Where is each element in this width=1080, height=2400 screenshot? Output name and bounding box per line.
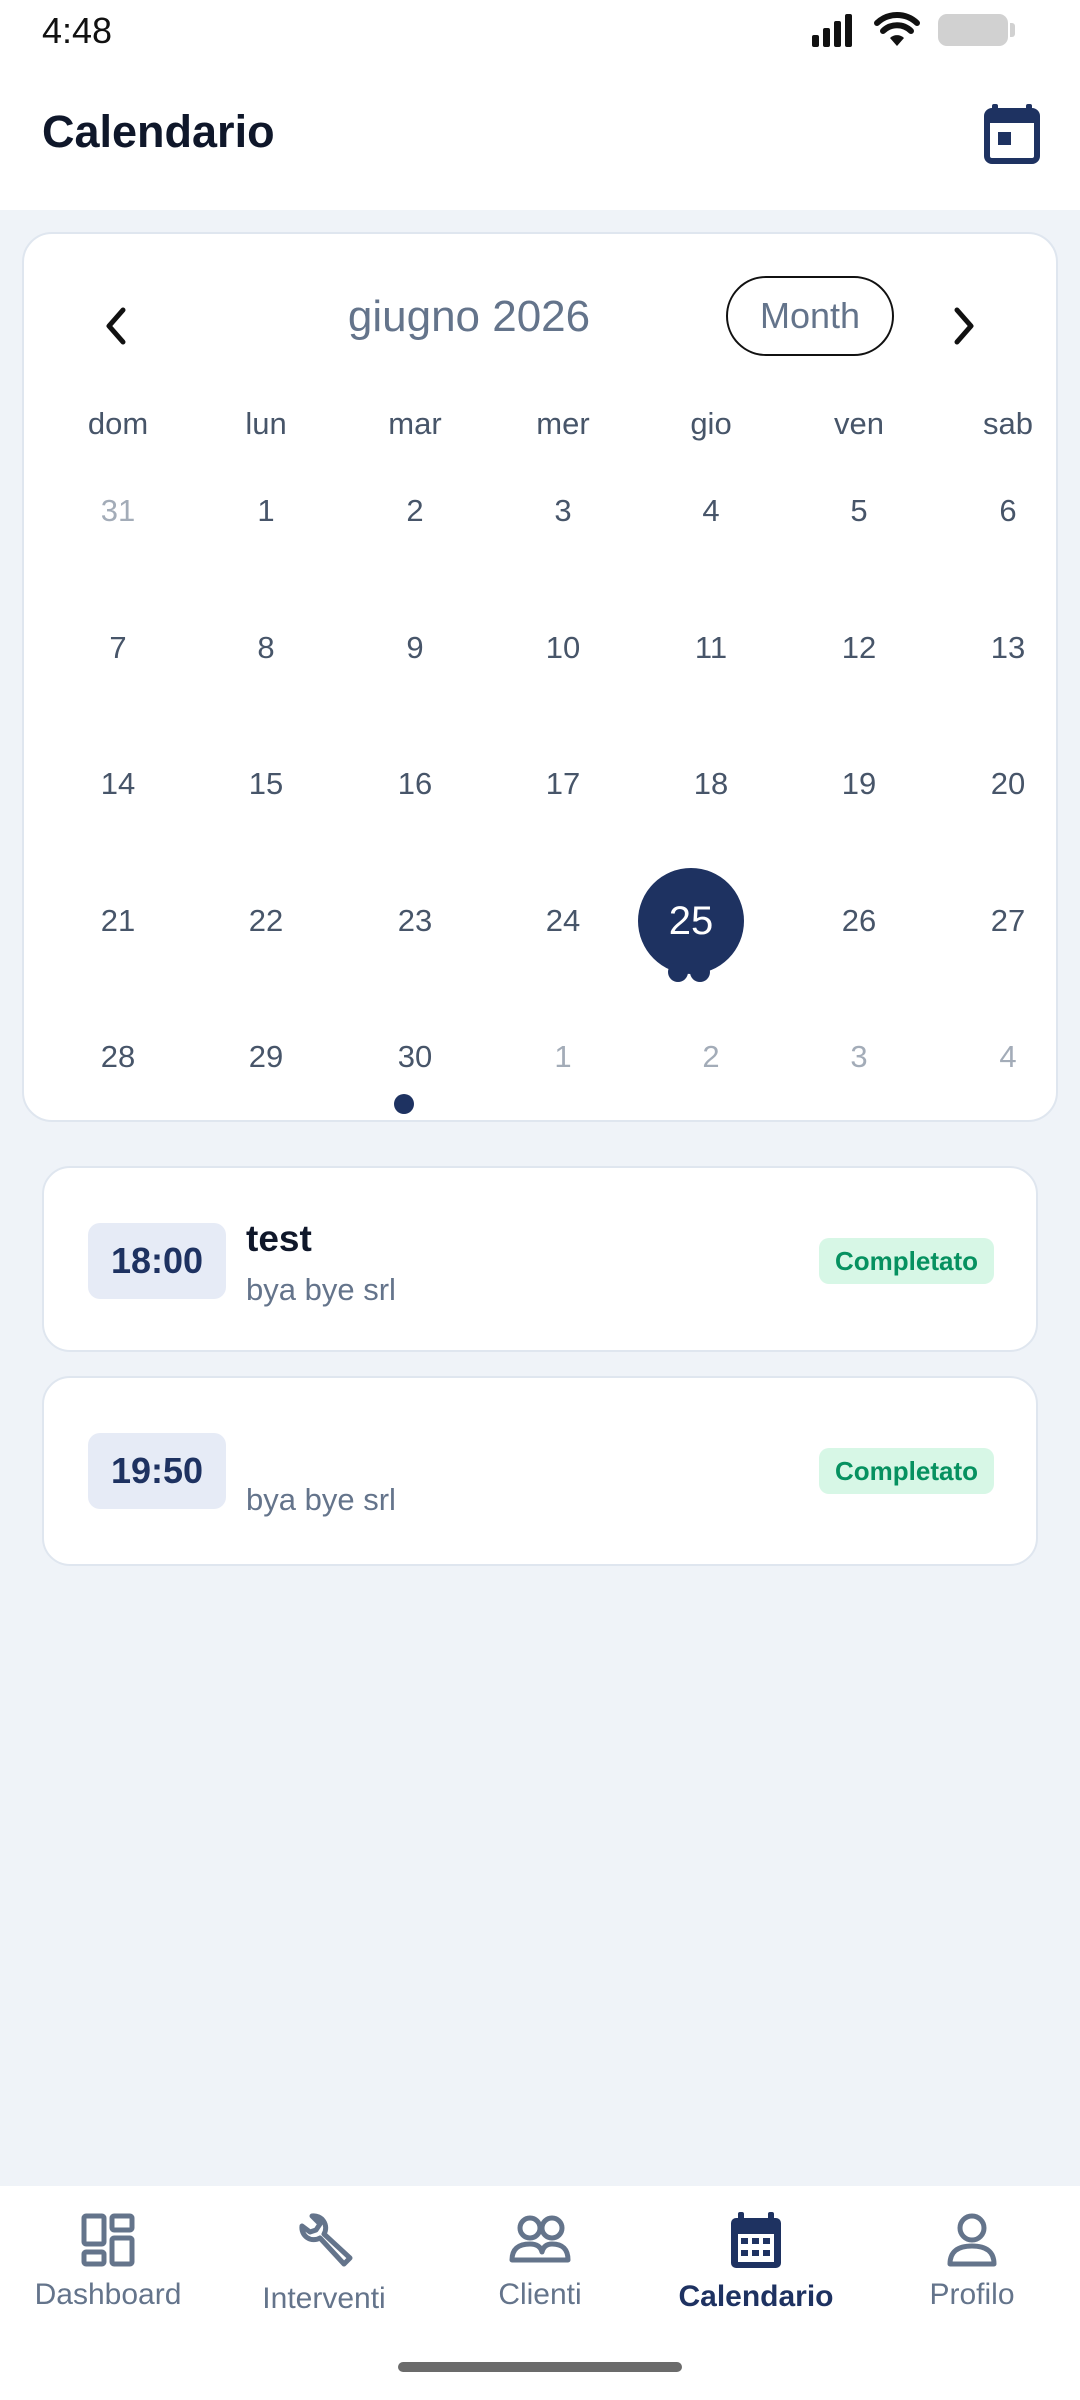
calendar-day[interactable]: 24 [489,891,637,951]
weekday-label: mar [388,406,442,441]
calendar-day[interactable]: 5 [785,481,933,541]
nav-label: Dashboard [34,2278,182,2311]
calendar-day[interactable]: 31 [44,481,192,541]
prev-month-button[interactable] [86,296,146,356]
weekday-label: lun [245,406,287,441]
calendar-day[interactable]: 1 [192,481,340,541]
calendar-day[interactable]: 7 [44,618,192,678]
weekday-label: gio [690,406,732,441]
calendar-day[interactable]: 26 [785,891,933,951]
calendar-day[interactable]: 15 [192,754,340,814]
calendar-icon[interactable] [984,104,1040,164]
battery-icon [938,14,1015,46]
event-marker-dot [668,962,688,982]
calendar-day[interactable]: 1 [489,1027,637,1087]
weekday-label: mer [536,406,590,441]
calendar-card: giugno 2026 Month dom lun mar mer gio ve… [22,232,1058,1122]
calendar-day[interactable]: 2 [637,1027,785,1087]
calendar-day[interactable]: 28 [44,1027,192,1087]
calendar-day[interactable]: 10 [489,618,637,678]
nav-item-dashboard[interactable]: Dashboard [0,2212,216,2332]
people-icon [509,2215,571,2263]
nav-label: Calendario [678,2280,834,2313]
calendar-day[interactable]: 11 [637,618,785,678]
calendar-day[interactable]: 2 [341,481,489,541]
calendar-day[interactable]: 12 [785,618,933,678]
calendar-day[interactable]: 4 [637,481,785,541]
person-icon [947,2213,997,2267]
signal-icon [812,14,852,47]
calendar-day-selected[interactable]: 25 [617,891,765,951]
calendar-day[interactable]: 21 [44,891,192,951]
calendar-day[interactable]: 22 [192,891,340,951]
wrench-icon [299,2213,353,2267]
weekday-label: dom [87,406,149,441]
calendar-icon [731,2212,781,2268]
nav-item-clienti[interactable]: Clienti [432,2212,648,2332]
view-mode-button[interactable]: Month [726,276,894,356]
calendar-day[interactable]: 13 [934,618,1080,678]
status-badge: Completato [819,1448,994,1494]
calendar-day[interactable]: 6 [934,481,1080,541]
month-label: giugno 2026 [347,292,591,341]
nav-label: Interventi [262,2282,386,2315]
nav-item-calendario[interactable]: Calendario [648,2212,864,2332]
event-time-badge: 19:50 [88,1433,226,1509]
event-title: test [246,1218,312,1259]
calendar-day[interactable]: 18 [637,754,785,814]
nav-item-profilo[interactable]: Profilo [864,2212,1080,2332]
calendar-day[interactable]: 17 [489,754,637,814]
status-icons [810,12,1015,48]
chevron-left-icon [106,307,126,345]
status-badge: Completato [819,1238,994,1284]
event-marker-dot [394,1094,414,1114]
nav-label: Clienti [498,2278,582,2311]
calendar-day[interactable]: 4 [934,1027,1080,1087]
weekday-label: ven [834,406,884,441]
wifi-icon [874,12,920,46]
calendar-day[interactable]: 8 [192,618,340,678]
calendar-day[interactable]: 29 [192,1027,340,1087]
weekday-label: sab [983,406,1033,441]
status-time: 4:48 [42,10,113,51]
event-client: bya bye srl [246,1482,396,1517]
event-marker-dot [690,962,710,982]
app-header: 4:48 Calendario [0,0,1080,210]
home-indicator[interactable] [398,2362,682,2372]
calendar-day[interactable]: 19 [785,754,933,814]
event-time-badge: 18:00 [88,1223,226,1299]
calendar-day[interactable]: 23 [341,891,489,951]
dashboard-icon [81,2213,135,2267]
calendar-day[interactable]: 14 [44,754,192,814]
nav-item-interventi[interactable]: Interventi [216,2212,432,2332]
calendar-day[interactable]: 27 [934,891,1080,951]
next-month-button[interactable] [934,296,994,356]
nav-label: Profilo [929,2278,1015,2311]
calendar-day[interactable]: 20 [934,754,1080,814]
calendar-day[interactable]: 30 [341,1027,489,1087]
calendar-day[interactable]: 3 [785,1027,933,1087]
calendar-day[interactable]: 9 [341,618,489,678]
calendar-day[interactable]: 3 [489,481,637,541]
calendar-day[interactable]: 16 [341,754,489,814]
event-card[interactable]: 19:50 bya bye srl Completato [42,1376,1038,1566]
chevron-right-icon [954,307,974,345]
event-client: bya bye srl [246,1272,396,1307]
page-title: Calendario [42,106,275,157]
event-card[interactable]: 18:00 test bya bye srl Completato [42,1166,1038,1352]
weekday-header: dom lun mar mer gio ven sab [24,406,1060,456]
